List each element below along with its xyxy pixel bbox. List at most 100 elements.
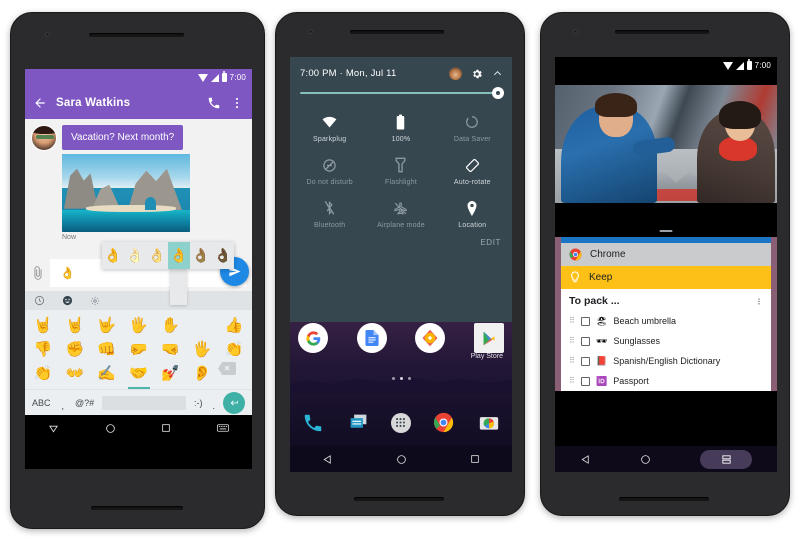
checkbox[interactable] (581, 316, 590, 326)
backspace-key[interactable]: ✕ (218, 362, 250, 386)
tone-option[interactable]: 👌 (212, 242, 234, 269)
user-avatar-icon[interactable] (449, 67, 462, 80)
gear-icon[interactable] (471, 68, 483, 80)
nav-back-icon[interactable] (322, 454, 333, 465)
emoji-key[interactable]: 💅 (154, 362, 186, 386)
more-vertical-icon[interactable] (230, 96, 244, 110)
emoji-key[interactable]: 🤘 (27, 314, 59, 338)
phone-icon[interactable] (299, 409, 326, 436)
emoji-key[interactable]: 👏 (27, 362, 59, 386)
emoticon-key[interactable]: :-) (194, 398, 203, 408)
tone-option-selected[interactable]: 👌 (168, 242, 190, 269)
emoji-key[interactable]: 🤝 (123, 362, 155, 386)
emoji-objects-icon[interactable] (90, 296, 100, 306)
list-item[interactable]: ⠿ 🏖 Beach umbrella (569, 311, 763, 331)
emoji-key[interactable]: 👏 (218, 338, 250, 362)
tile-airplane-mode[interactable]: Airplane mode (365, 194, 436, 235)
symbols-key[interactable]: @?# (75, 398, 94, 408)
nav-recents-split-icon[interactable] (700, 449, 753, 469)
checkbox[interactable] (581, 336, 590, 346)
enter-key[interactable] (223, 391, 245, 414)
nav-back-icon[interactable] (580, 454, 591, 465)
period-key[interactable]: . (212, 401, 215, 415)
tone-option[interactable]: 👌 (124, 242, 146, 269)
tile-battery[interactable]: 100% (365, 108, 436, 149)
more-vertical-icon[interactable] (755, 296, 763, 307)
list-item[interactable]: ⠿ 📕 Spanish/English Dictionary (569, 351, 763, 371)
camera-icon[interactable] (476, 409, 503, 436)
nav-home-icon[interactable] (396, 454, 407, 465)
drag-handle-icon[interactable]: ⠿ (569, 377, 575, 385)
checkbox[interactable] (581, 356, 590, 366)
emoji-key[interactable]: 👐 (59, 362, 91, 386)
emoji-key[interactable]: 👍 (218, 314, 250, 338)
tile-bluetooth[interactable]: Bluetooth (294, 194, 365, 235)
play-store-icon[interactable] (473, 323, 504, 353)
app-option-keep[interactable]: Keep (561, 266, 771, 289)
checkbox[interactable] (581, 376, 590, 386)
recent-clock-icon[interactable] (34, 295, 45, 306)
tile-auto-rotate[interactable]: Auto-rotate (437, 151, 508, 192)
phone-call-icon[interactable] (207, 96, 221, 110)
tone-option[interactable]: 👌 (146, 242, 168, 269)
comma-key[interactable]: , (62, 401, 65, 415)
drag-handle-icon[interactable]: ⠿ (569, 357, 575, 365)
abc-key[interactable]: ABC (32, 398, 51, 408)
drag-handle-icon[interactable]: ⠿ (569, 317, 575, 325)
emoji-key[interactable]: 🖐 (123, 314, 155, 338)
chevron-up-icon[interactable] (492, 68, 503, 79)
emoji-smiley-icon[interactable] (62, 295, 73, 306)
tone-option[interactable]: 👌 (102, 242, 124, 269)
conversation-title: Sara Watkins (56, 96, 131, 109)
tone-option[interactable]: 👌 (190, 242, 212, 269)
nav-home-icon[interactable] (105, 423, 116, 434)
video-pane[interactable]: 7:00 (555, 57, 777, 237)
keep-note-title: To pack ... (569, 295, 620, 307)
music-icon[interactable] (415, 323, 446, 353)
app-option-chrome[interactable]: Chrome (561, 243, 771, 266)
tile-label: Auto-rotate (453, 178, 491, 186)
nav-bar (290, 446, 512, 472)
emoji-key[interactable]: 🤛 (123, 338, 155, 362)
drag-handle-icon[interactable] (659, 230, 673, 232)
tile-data-saver[interactable]: Data Saver (437, 108, 508, 149)
drag-handle-icon[interactable]: ⠿ (569, 337, 575, 345)
emoji-key[interactable]: 👊 (91, 338, 123, 362)
emoji-key[interactable]: ✍ (91, 362, 123, 386)
tile-flashlight[interactable]: Flashlight (365, 151, 436, 192)
spacebar-key[interactable] (102, 395, 186, 410)
list-item[interactable]: ⠿ 🆔 Passport (569, 371, 763, 391)
tile-location[interactable]: Location (437, 194, 508, 235)
message-photo-attachment[interactable] (62, 154, 190, 232)
emoji-key[interactable]: 🤟 (91, 314, 123, 338)
paperclip-icon[interactable] (31, 266, 45, 280)
brightness-icon[interactable] (492, 87, 504, 99)
messages-icon[interactable] (345, 409, 372, 436)
nav-home-icon[interactable] (640, 454, 651, 465)
battery-icon (396, 114, 405, 131)
emoji-key[interactable]: 🖐 (186, 338, 218, 362)
tile-sparkplug[interactable]: Sparkplug (294, 108, 365, 149)
chrome-icon[interactable] (430, 409, 457, 436)
brightness-slider[interactable] (290, 80, 512, 99)
emoji-key[interactable]: 🤘 (59, 314, 91, 338)
skin-tone-popup[interactable]: 👌 👌 👌 👌 👌 👌 (102, 242, 234, 269)
google-icon[interactable] (298, 323, 328, 353)
emoji-key[interactable]: ✊ (59, 338, 91, 362)
emoji-key[interactable]: ✋ (154, 314, 186, 338)
emoji-key[interactable]: 🤜 (154, 338, 186, 362)
nav-recents-icon[interactable] (161, 423, 171, 433)
tile-do-not-disturb[interactable]: Do not disturb (294, 151, 365, 192)
back-arrow-icon[interactable] (33, 96, 47, 110)
edit-tiles-button[interactable]: EDIT (290, 235, 512, 247)
list-item[interactable]: ⠿ 🕶 Sunglasses (569, 331, 763, 351)
nav-keyboard-icon[interactable] (217, 423, 230, 433)
app-drawer-icon[interactable] (390, 412, 411, 433)
emoji-key[interactable]: 👂 (186, 362, 218, 386)
docs-icon[interactable] (356, 323, 387, 353)
video-frame[interactable] (555, 85, 777, 203)
nav-back-icon[interactable] (48, 423, 59, 434)
emoji-key[interactable]: 👎 (27, 338, 59, 362)
nav-recents-icon[interactable] (470, 454, 480, 464)
quick-settings-tiles: Sparkplug 100% Data Saver Do not disturb… (290, 94, 512, 235)
